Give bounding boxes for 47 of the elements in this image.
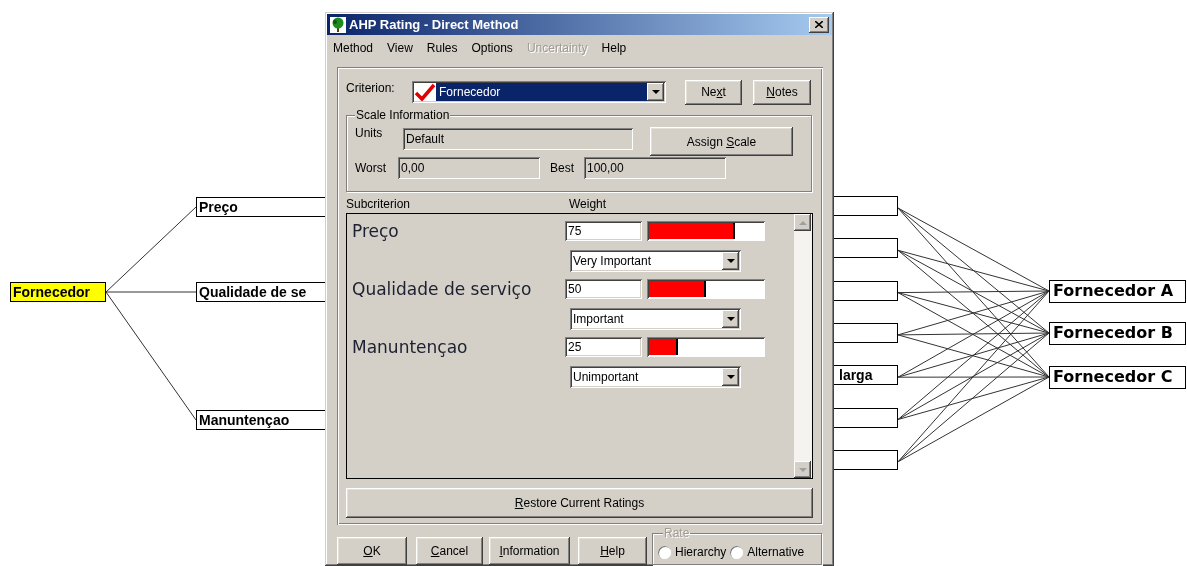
best-field[interactable]: 100,00 [584,157,726,179]
dialog-button[interactable]: Information [489,537,570,565]
criterion-dropdown[interactable]: Fornecedor [412,81,666,103]
goal-node[interactable]: Fornecedor [10,282,106,302]
units-label: Units [355,125,384,142]
scrollbar[interactable] [793,214,812,478]
tree-icon [330,16,346,33]
checkmark-icon [414,83,436,101]
column-header: Subcriterion [346,197,412,211]
weight-field[interactable]: 25 [565,337,642,357]
radio-label: Hierarchy [675,544,727,561]
menu-item[interactable]: Help [601,39,627,57]
weight-field[interactable]: 50 [565,279,642,299]
scroll-up-icon[interactable] [794,214,811,231]
close-icon [815,21,823,28]
window-title: AHP Rating - Direct Method [349,15,520,34]
dialog-button[interactable]: Cancel [416,537,483,565]
worst-field[interactable]: 0,00 [398,157,540,179]
dialog-button[interactable]: OK [337,537,407,565]
dialog-button[interactable]: Help [578,537,647,565]
subcriterion-name: Qualidade de serviço [351,279,533,299]
alternative-node[interactable]: Fornecedor B [1049,322,1186,345]
menu-item[interactable]: Rules [426,39,458,57]
menu-item[interactable]: View [387,39,413,57]
criterion-label: Criterion: [346,80,396,97]
rating-dropdown[interactable]: Very Important [570,250,741,272]
alternative-node[interactable]: Fornecedor C [1049,366,1186,389]
rating-dropdown[interactable]: Important [570,308,741,330]
alternative-node[interactable]: Fornecedor A [1049,280,1186,303]
close-button[interactable] [809,16,829,33]
rating-dropdown[interactable]: Unimportant [570,366,741,388]
next-button[interactable]: Next [685,79,742,105]
group-legend: Scale Information [355,108,451,122]
scroll-down-icon[interactable] [794,461,811,478]
menu-item[interactable]: Options [471,39,513,57]
assign-scale-button[interactable]: Assign Scale [650,127,793,156]
weight-field[interactable]: 75 [565,221,642,241]
radio-label: Alternative [747,544,805,561]
menu-item[interactable]: Method [333,39,374,57]
notes-button[interactable]: Notes [753,79,811,105]
restore-ratings-button[interactable]: Restore Current Ratings [346,488,813,518]
subcriterion-name: Manuntençao [351,337,469,357]
units-field[interactable]: Default [403,128,633,150]
column-header: Weight [569,197,607,211]
worst-label: Worst [355,160,388,177]
subcriterion-name: Preço [351,221,400,241]
best-label: Best [550,160,575,177]
